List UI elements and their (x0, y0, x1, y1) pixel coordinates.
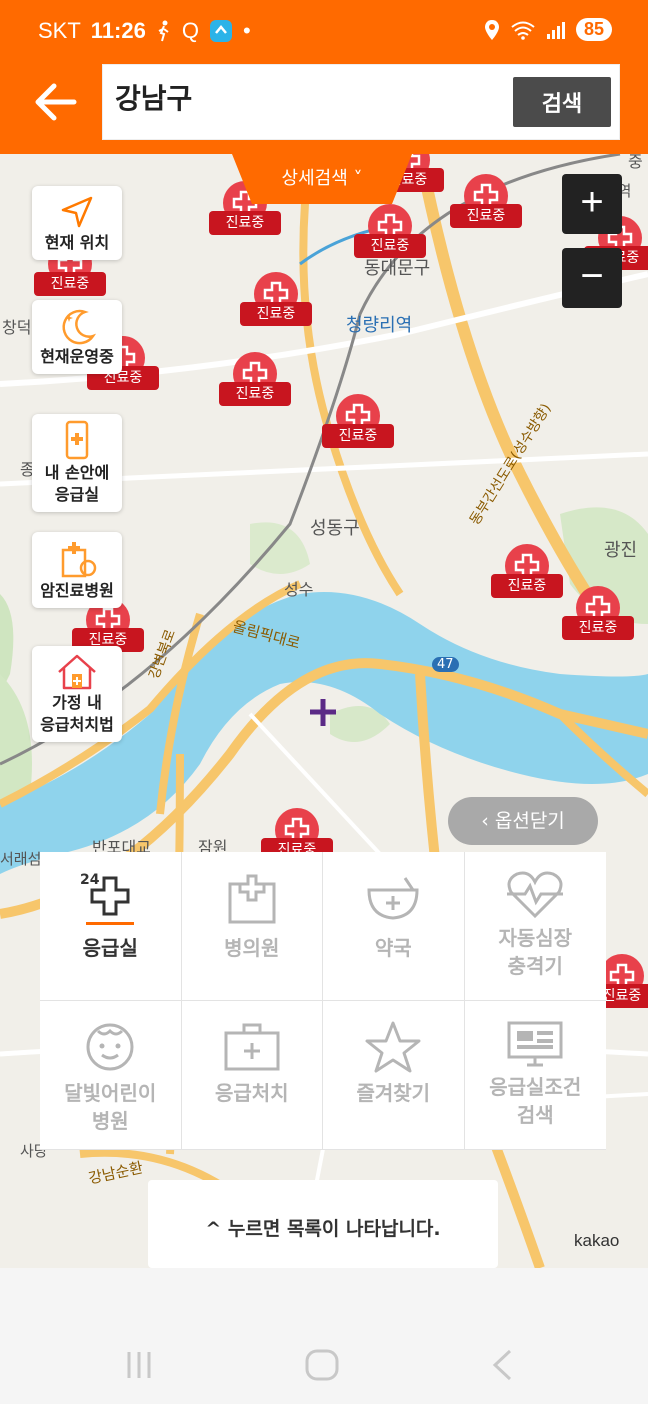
pharmacy-icon (367, 877, 419, 920)
location-icon (484, 19, 499, 40)
hospital-marker[interactable]: 진료중 (354, 204, 426, 266)
category-first-aid[interactable]: 응급처치 (181, 1001, 323, 1150)
battery-indicator: 85 (575, 18, 612, 41)
moon-icon (62, 309, 97, 345)
zoom-out-button[interactable]: − (562, 248, 622, 308)
hospital-marker[interactable]: 진료중 (562, 586, 634, 648)
first-aid-kit-icon (224, 1023, 280, 1071)
emergency-room-icon: 24 (80, 872, 135, 925)
search-input[interactable] (113, 79, 497, 114)
category-moonlight-child-hospital[interactable]: 달빛어린이 병원 (40, 1001, 182, 1150)
home-first-aid-button[interactable]: 가정 내 응급처치법 (32, 646, 122, 742)
hospital-icon (228, 874, 276, 924)
open-now-button[interactable]: 현재운영중 (32, 300, 122, 374)
cancer-hospital-button[interactable]: 암진료병원 (32, 532, 122, 608)
hospital-building-icon (61, 542, 97, 578)
category-grid: 24 응급실 병의원 약국 자동심장 충격기 달빛어린이 병원 응급처치 즐겨찾… (40, 852, 606, 1150)
zoom-in-button[interactable]: + (562, 174, 622, 234)
q-icon: Q (181, 18, 199, 43)
monitor-icon (507, 1021, 563, 1067)
category-hospital[interactable]: 병의원 (181, 852, 323, 1001)
category-er-condition-search[interactable]: 응급실조건 검색 (464, 1001, 606, 1150)
category-defibrillator[interactable]: 자동심장 충격기 (464, 852, 606, 1001)
hospital-marker[interactable]: 진료중 (491, 544, 563, 606)
hospital-marker[interactable]: 진료중 (240, 272, 312, 334)
category-pharmacy[interactable]: 약국 (323, 852, 465, 1001)
svg-text:24: 24 (80, 872, 100, 888)
category-emergency-room[interactable]: 24 응급실 (40, 852, 182, 1001)
location-arrow-icon (61, 196, 93, 228)
back-arrow-icon (35, 83, 77, 121)
map-label-seongdong: 성동구 (310, 518, 360, 539)
system-nav-bar (0, 1268, 648, 1404)
app-icon (209, 20, 232, 42)
map-label-cheongnyangni: 청량리역 (346, 315, 413, 336)
map-label-jungnang: 중 (628, 154, 643, 171)
chevron-left-icon: ‹ (481, 810, 495, 832)
wifi-icon (511, 21, 535, 40)
child-face-icon (86, 1023, 134, 1071)
clock: 11:26 (90, 18, 146, 43)
my-emergency-room-button[interactable]: 내 손안에 응급실 (32, 414, 122, 512)
map-label-gwangjin: 광진 (604, 540, 638, 561)
map-label-seongsu: 성수 (284, 580, 314, 599)
hospital-marker[interactable]: 진료중 (322, 394, 394, 456)
nav-back-icon[interactable] (490, 1348, 514, 1382)
recent-apps-icon[interactable] (124, 1350, 154, 1380)
detail-search-label: 상세검색 ˅ (281, 168, 363, 189)
walking-icon (158, 20, 169, 42)
search-button[interactable]: 검색 (513, 77, 611, 127)
dot-icon: • (242, 18, 251, 43)
current-location-button[interactable]: 현재 위치 (32, 186, 122, 260)
map-credit: kakao (574, 1231, 620, 1250)
option-close-button[interactable]: ‹ 옵션닫기 (448, 797, 598, 845)
star-icon (365, 1021, 421, 1073)
signal-icon (546, 21, 565, 39)
search-box: 검색 (102, 64, 620, 140)
house-icon (58, 654, 96, 690)
map-label-rt47: 47 (432, 657, 459, 672)
search-header: 검색 (0, 64, 648, 154)
defibrillator-icon (507, 871, 564, 919)
back-button[interactable] (30, 76, 82, 128)
map-label-changdeok: 창덕 (2, 318, 32, 337)
phone-cross-icon (65, 420, 89, 460)
map-label-seorae: 서래섬 (0, 850, 42, 868)
hospital-marker[interactable]: 진료중 (450, 174, 522, 236)
status-bar: SKT 11:26 Q • 85 (0, 0, 648, 64)
carrier-label: SKT (38, 18, 81, 43)
home-icon[interactable] (304, 1348, 340, 1382)
list-toggle-button[interactable]: ^ 누르면 목록이 나타납니다. (148, 1180, 498, 1268)
detail-search-tab[interactable]: 상세검색 ˅ (232, 154, 412, 204)
category-favorites[interactable]: 즐겨찾기 (323, 1001, 465, 1150)
hospital-marker[interactable]: 진료중 (219, 352, 291, 414)
